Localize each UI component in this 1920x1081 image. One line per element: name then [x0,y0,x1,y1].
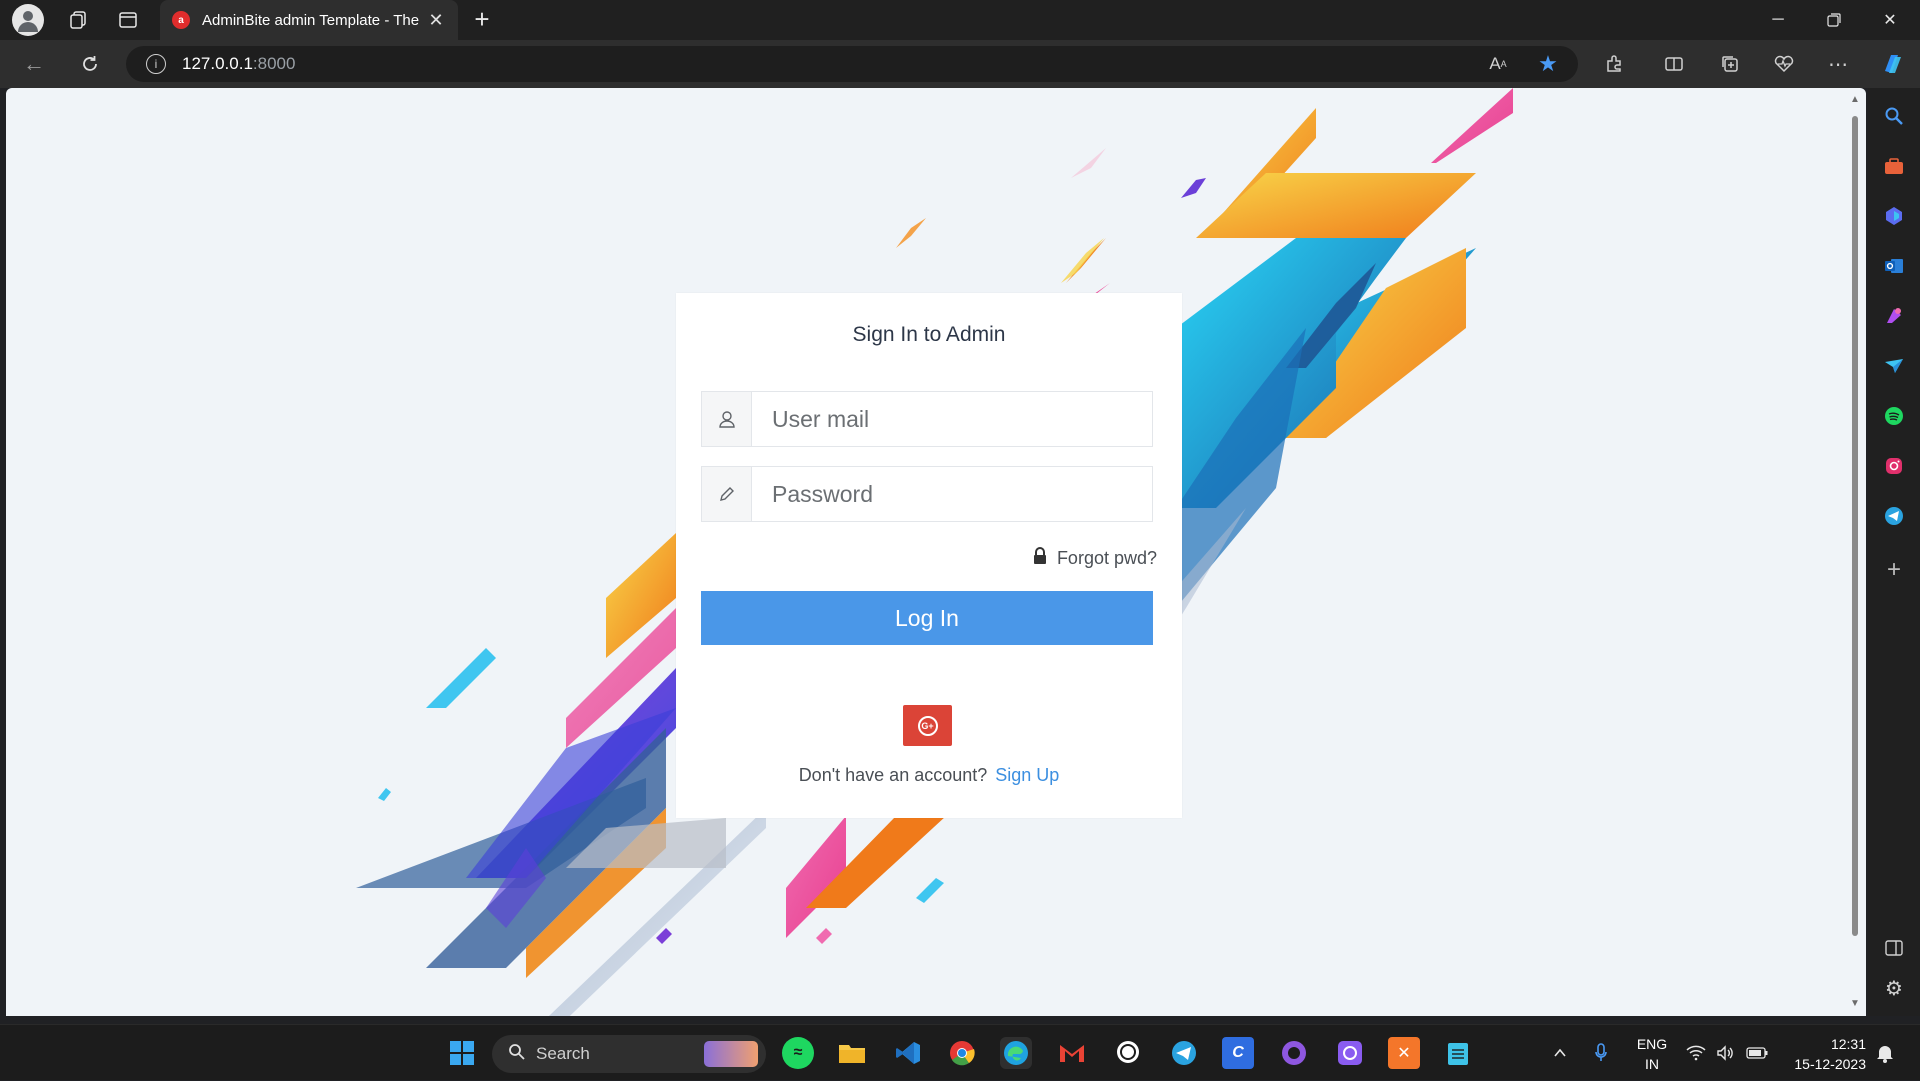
telegram-icon[interactable] [1880,502,1908,530]
split-screen-icon[interactable] [1660,50,1688,78]
add-icon[interactable]: + [1880,556,1908,584]
settings-gear-icon[interactable]: ⚙ [1880,974,1908,1002]
favorite-star-icon[interactable]: ★ [1534,50,1562,78]
tab-favicon-icon: a [172,11,190,29]
read-aloud-icon[interactable]: AA [1484,50,1512,78]
url-host: 127.0.0.1 [182,54,253,73]
copilot-icon[interactable] [1878,50,1906,78]
language-code: ENG [1636,1036,1668,1052]
no-account-text: Don't have an account? [798,765,988,785]
region-code: IN [1645,1056,1659,1072]
close-tab-icon[interactable]: ✕ [426,10,446,31]
password-input-group [701,466,1153,522]
scroll-down-icon[interactable]: ▼ [1850,998,1860,1009]
google-plus-icon: G+ [917,715,938,736]
signup-line: Don't have an account? Sign Up [676,765,1182,786]
vertical-tabs-icon[interactable] [112,4,144,36]
lock-icon [1033,547,1047,570]
notification-bell-icon[interactable] [1876,1025,1894,1081]
scrollbar-thumb[interactable] [1852,116,1858,936]
tab-title: AdminBite admin Template - The [202,11,420,29]
address-bar: ← i 127.0.0.1:8000 AA ★ ⋯ [0,40,1920,88]
close-window-icon[interactable]: ✕ [1862,0,1918,40]
email-input-group [701,391,1153,447]
search-label: Search [536,1044,590,1063]
hide-sidebar-icon[interactable] [1880,934,1908,962]
new-tab-icon[interactable]: + [466,4,498,36]
edge-sidebar: + ⚙ [1868,88,1920,1016]
email-field[interactable] [752,392,1152,446]
profile-avatar-icon[interactable] [12,4,44,36]
instagram-icon[interactable] [1880,452,1908,480]
user-icon [702,392,752,446]
browser-title-bar: a AdminBite admin Template - The ✕ + ─ ✕ [0,0,1920,40]
edge-icon[interactable] [1000,1037,1032,1069]
language-indicator[interactable]: ENG IN [1634,1034,1670,1074]
forgot-password-link[interactable]: Forgot pwd? [1033,547,1157,570]
gmail-icon[interactable] [1056,1037,1088,1069]
wifi-icon[interactable] [1686,1025,1706,1081]
workspaces-icon[interactable] [62,4,94,36]
send-icon[interactable] [1880,352,1908,380]
password-field[interactable] [752,467,1152,521]
google-plus-button[interactable]: G+ [903,705,952,746]
more-menu-icon[interactable]: ⋯ [1824,50,1852,78]
url-field[interactable]: i 127.0.0.1:8000 [126,46,1578,82]
show-hidden-icons-chevron-icon[interactable] [1552,1025,1568,1081]
minimize-icon[interactable]: ─ [1750,0,1806,40]
whatsapp-icon[interactable] [1112,1037,1144,1069]
pencil-icon [702,467,752,521]
clock-date: 15-12-2023 [1794,1056,1866,1072]
taskbar-clock[interactable]: 12:31 15-12-2023 [1780,1034,1866,1074]
sidebar-search-icon[interactable] [1880,102,1908,130]
restore-icon[interactable] [1806,0,1862,40]
active-tab[interactable]: a AdminBite admin Template - The ✕ [160,0,458,40]
spotify-icon[interactable] [1880,402,1908,430]
extensions-icon[interactable] [1600,50,1628,78]
login-card: Sign In to Admin Forgot pwd? Log In G+ D… [676,293,1182,818]
telegram-taskbar-icon[interactable] [1168,1037,1200,1069]
search-icon [508,1043,526,1066]
forgot-password-label: Forgot pwd? [1056,548,1157,568]
canva-icon[interactable]: C [1222,1037,1254,1069]
scroll-up-icon[interactable]: ▲ [1850,94,1860,105]
spotify-taskbar-icon[interactable]: ≈ [782,1037,814,1069]
page-viewport: Sign In to Admin Forgot pwd? Log In G+ D… [6,88,1866,1016]
proton-icon[interactable] [1334,1037,1366,1069]
login-button[interactable]: Log In [701,591,1153,645]
page-scrollbar[interactable]: ▲ ▼ [1848,92,1860,1012]
taskbar-search-box[interactable]: Search [492,1035,766,1073]
notepad-icon[interactable] [1442,1037,1474,1069]
xampp-icon[interactable]: ✕ [1388,1037,1420,1069]
outlook-icon[interactable] [1880,252,1908,280]
github-icon[interactable] [1278,1037,1310,1069]
file-explorer-icon[interactable] [836,1037,868,1069]
chrome-icon[interactable] [946,1037,978,1069]
copilot-sidebar-icon[interactable] [1880,202,1908,230]
designer-icon[interactable] [1880,302,1908,330]
refresh-icon[interactable] [72,48,108,80]
battery-icon[interactable] [1746,1025,1768,1081]
briefcase-icon[interactable] [1880,152,1908,180]
site-info-icon[interactable]: i [146,54,166,74]
search-highlight-icon [704,1041,758,1067]
collections-icon[interactable] [1716,50,1744,78]
signup-link[interactable]: Sign Up [995,765,1059,785]
windows-start-icon[interactable] [446,1037,478,1069]
vscode-icon[interactable] [892,1037,924,1069]
volume-icon[interactable] [1716,1025,1736,1081]
microphone-icon[interactable] [1594,1025,1608,1081]
windows-taskbar: Search ≈ C ✕ ENG IN 12:31 15-12-2023 [0,1024,1920,1080]
url-port: :8000 [252,54,296,73]
browser-essentials-icon[interactable] [1770,50,1798,78]
back-icon[interactable]: ← [16,48,52,80]
clock-time: 12:31 [1830,1036,1866,1052]
login-title: Sign In to Admin [852,323,1006,346]
